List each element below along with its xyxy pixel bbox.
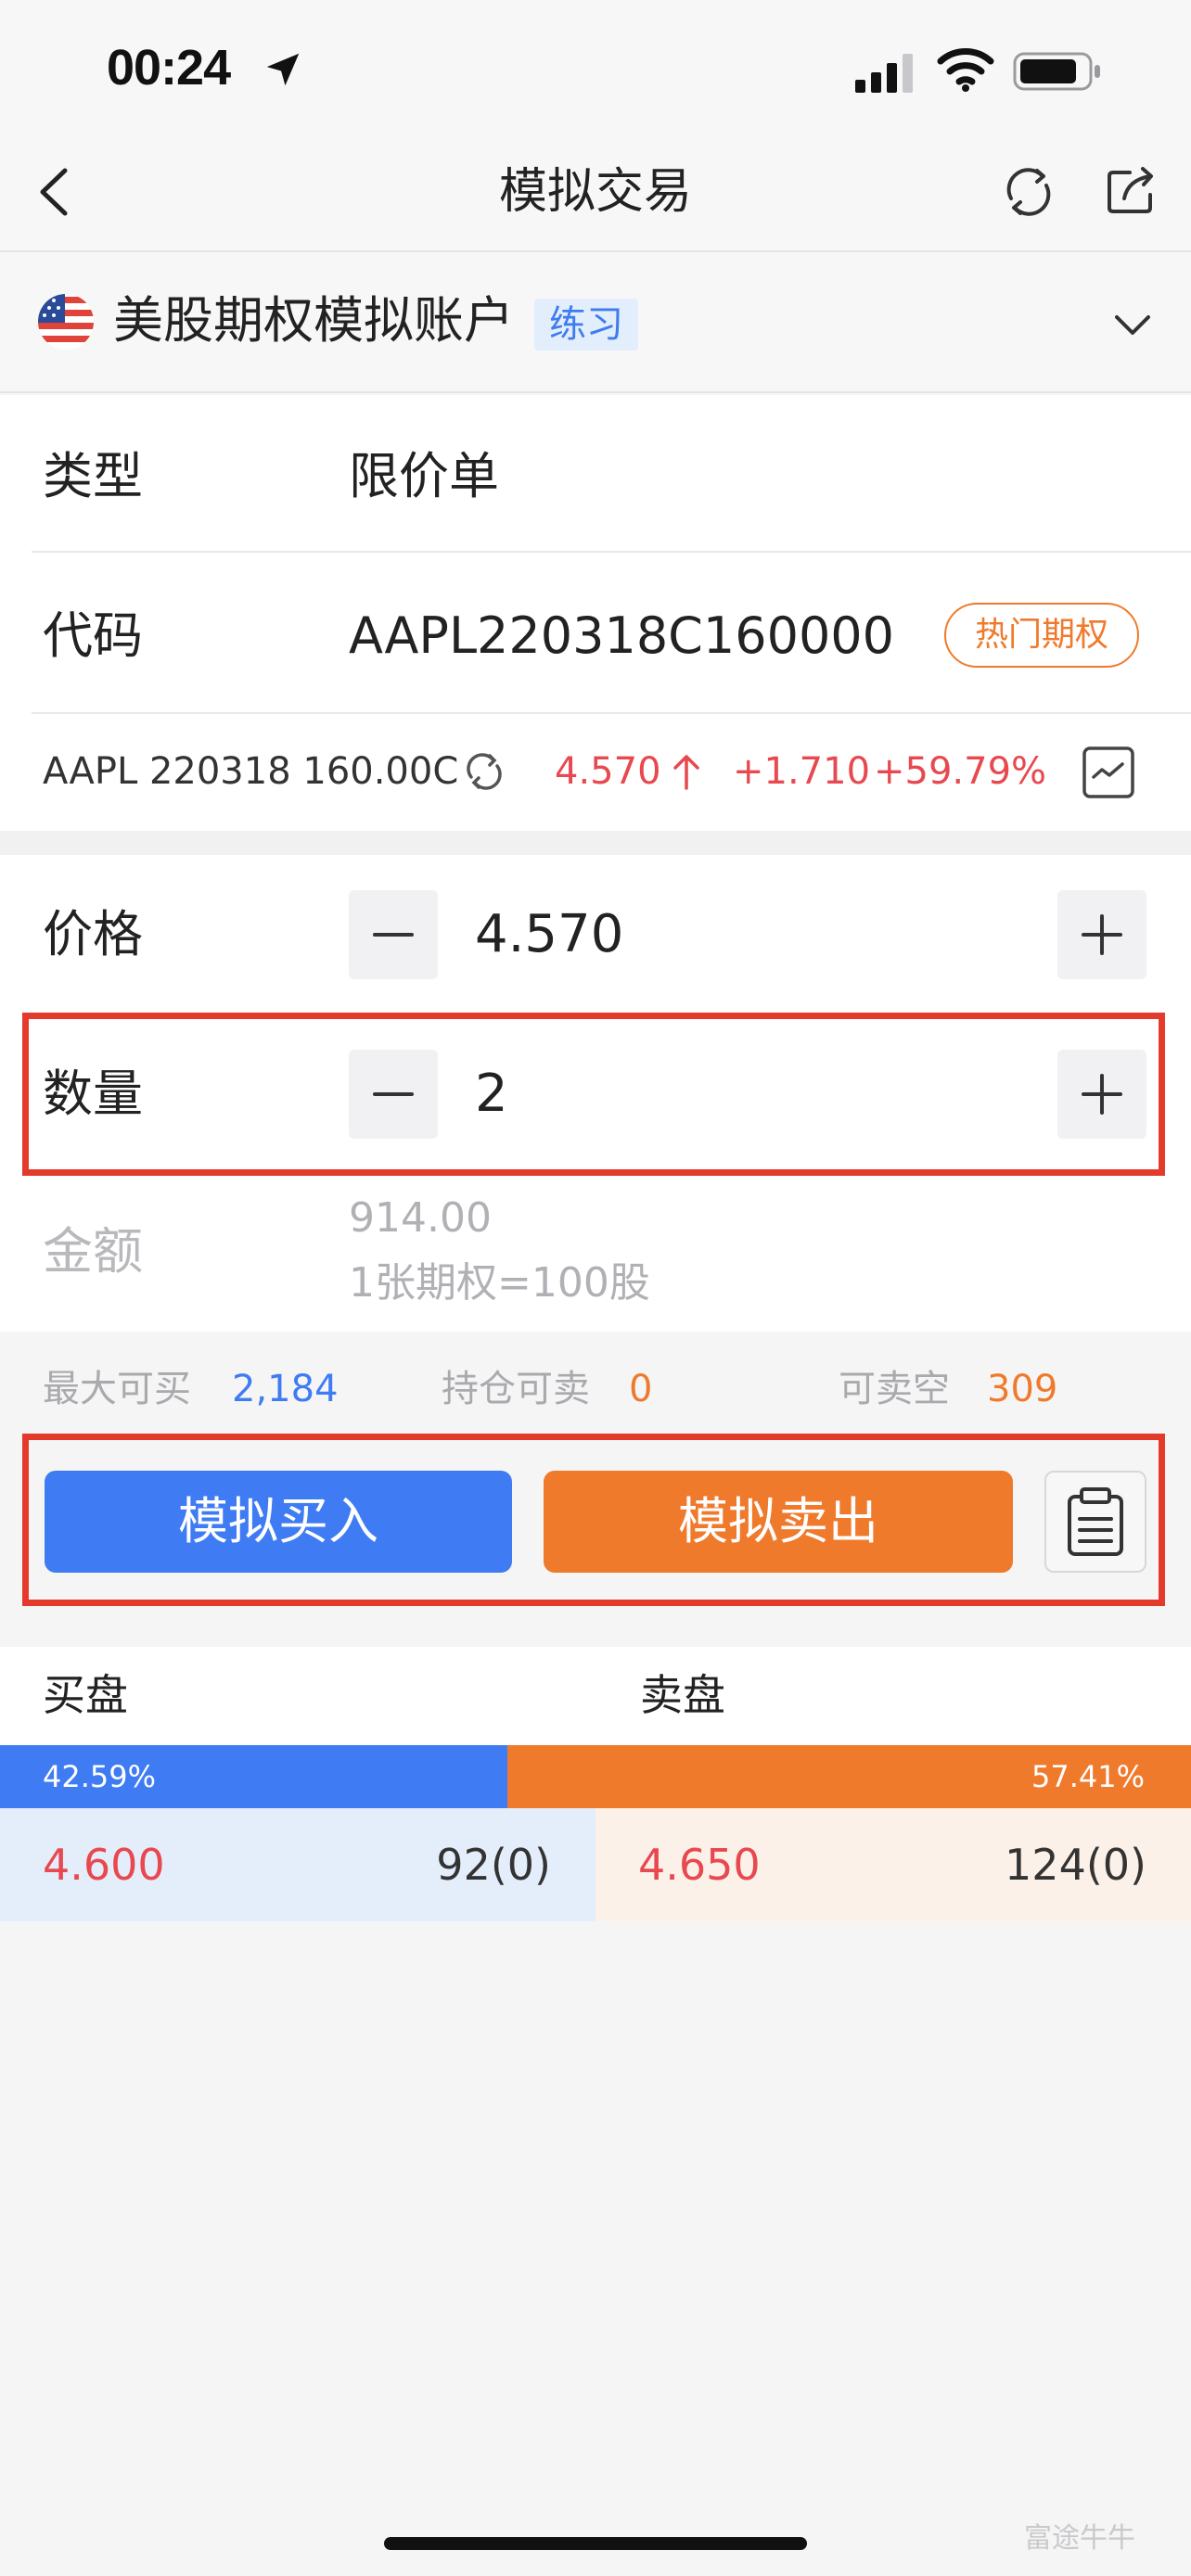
bid-volume: 92(0)	[436, 1840, 551, 1890]
status-time: 00:24	[107, 40, 231, 96]
wifi-icon	[937, 48, 994, 92]
chevron-down-icon[interactable]	[1109, 302, 1156, 349]
short-label: 可卖空	[839, 1368, 950, 1410]
price-label: 价格	[43, 905, 143, 963]
amount-value: 914.00	[349, 1194, 492, 1242]
hot-options-button[interactable]: 热门期权	[944, 603, 1139, 668]
max-buy-label: 最大可买	[43, 1368, 191, 1410]
ask-header: 卖盘	[640, 1670, 725, 1720]
action-highlight-box	[22, 1434, 1165, 1606]
price-input[interactable]: 4.570	[475, 901, 623, 968]
up-arrow-icon	[673, 755, 699, 790]
cellular-signal-icon	[855, 54, 913, 93]
share-icon[interactable]	[1102, 161, 1159, 219]
refresh-icon[interactable]	[1000, 163, 1057, 221]
order-type-select[interactable]: 限价单	[349, 443, 499, 510]
hold-sell-value: 0	[629, 1368, 653, 1410]
ask-ratio-label: 57.41%	[1031, 1759, 1145, 1794]
hold-sell-label: 持仓可卖	[442, 1368, 590, 1410]
price-increase-button[interactable]	[1057, 890, 1146, 979]
battery-icon	[1013, 52, 1100, 91]
location-arrow-icon	[266, 53, 300, 86]
bid-ratio-label: 42.59%	[43, 1759, 157, 1794]
ask-price[interactable]: 4.650	[638, 1808, 761, 1921]
type-label: 类型	[43, 447, 143, 505]
amount-label: 金额	[43, 1222, 143, 1281]
price-decrease-button[interactable]	[349, 890, 438, 979]
practice-badge: 练习	[534, 299, 638, 351]
quote-change-pct: +59.79%	[874, 750, 1047, 793]
code-input[interactable]: AAPL220318C160000	[349, 603, 894, 670]
quote-price: 4.570	[555, 750, 661, 793]
divider	[32, 551, 1191, 553]
bid-header: 买盘	[43, 1670, 128, 1720]
watermark: 富途牛牛	[1024, 2522, 1135, 2555]
max-buy-value: 2,184	[232, 1368, 339, 1410]
ask-volume: 124(0)	[1005, 1840, 1146, 1890]
home-indicator[interactable]	[384, 2537, 807, 2550]
quote-symbol: AAPL 220318 160.00C	[43, 750, 459, 793]
us-flag-icon	[38, 294, 94, 350]
short-value: 309	[987, 1368, 1058, 1410]
bid-price[interactable]: 4.600	[43, 1808, 165, 1921]
quantity-highlight-box	[22, 1013, 1165, 1176]
contract-note: 1张期权=100股	[349, 1259, 650, 1307]
code-label: 代码	[43, 606, 143, 665]
section-gap	[0, 831, 1191, 855]
chart-icon[interactable]	[1082, 746, 1135, 799]
quote-change: +1.710	[733, 750, 871, 793]
account-name: 美股期权模拟账户	[113, 291, 514, 350]
quote-refresh-icon[interactable]	[462, 749, 506, 794]
